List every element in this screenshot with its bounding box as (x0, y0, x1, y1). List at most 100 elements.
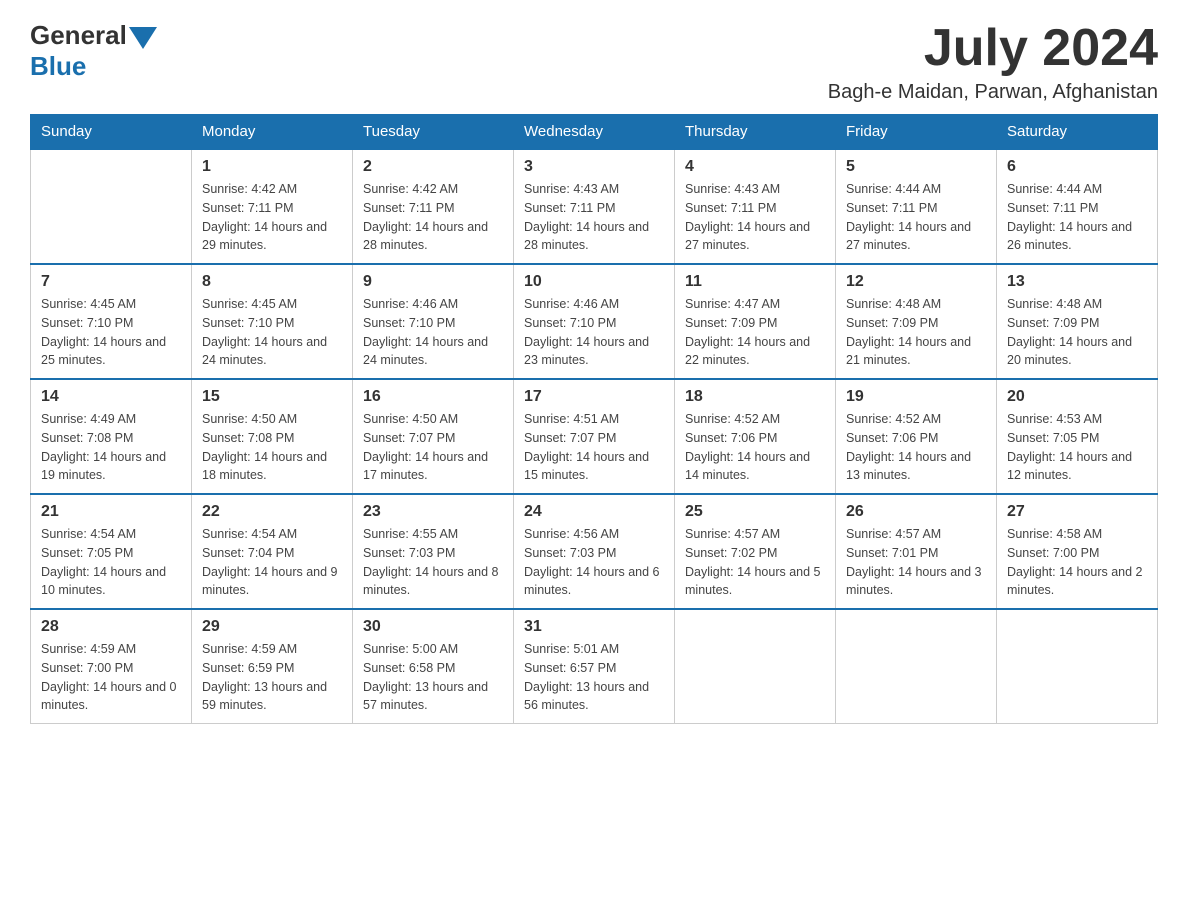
column-header-thursday: Thursday (675, 115, 836, 150)
day-info: Sunrise: 4:58 AMSunset: 7:00 PMDaylight:… (1007, 525, 1147, 600)
day-number: 6 (1007, 158, 1147, 176)
day-number: 8 (202, 273, 342, 291)
calendar-cell (836, 609, 997, 724)
page-header: General Blue July 2024 Bagh-e Maidan, Pa… (30, 20, 1158, 104)
week-row-3: 14 Sunrise: 4:49 AMSunset: 7:08 PMDayligh… (31, 379, 1158, 494)
day-info: Sunrise: 4:59 AMSunset: 6:59 PMDaylight:… (202, 640, 342, 715)
calendar-cell: 13 Sunrise: 4:48 AMSunset: 7:09 PMDayligh… (997, 264, 1158, 379)
calendar-cell: 28Sunrise: 4:59 AMSunset: 7:00 PMDayligh… (31, 609, 192, 724)
calendar-cell: 20Sunrise: 4:53 AMSunset: 7:05 PMDayligh… (997, 379, 1158, 494)
day-number: 19 (846, 388, 986, 406)
calendar-cell: 5 Sunrise: 4:44 AMSunset: 7:11 PMDaylight… (836, 149, 997, 264)
day-number: 28 (41, 618, 181, 636)
week-row-4: 21Sunrise: 4:54 AMSunset: 7:05 PMDayligh… (31, 494, 1158, 609)
logo-general-text: General (30, 20, 127, 51)
title-area: July 2024 Bagh-e Maidan, Parwan, Afghani… (828, 20, 1158, 104)
day-info: Sunrise: 5:00 AMSunset: 6:58 PMDaylight:… (363, 640, 503, 715)
calendar-cell: 19Sunrise: 4:52 AMSunset: 7:06 PMDayligh… (836, 379, 997, 494)
day-info: Sunrise: 4:49 AMSunset: 7:08 PMDaylight:… (41, 410, 181, 485)
calendar-cell: 26 Sunrise: 4:57 AMSunset: 7:01 PMDayligh… (836, 494, 997, 609)
column-header-wednesday: Wednesday (514, 115, 675, 150)
day-number: 18 (685, 388, 825, 406)
day-info: Sunrise: 4:50 AMSunset: 7:07 PMDaylight:… (363, 410, 503, 485)
calendar-table: SundayMondayTuesdayWednesdayThursdayFrid… (30, 114, 1158, 724)
calendar-cell: 31 Sunrise: 5:01 AMSunset: 6:57 PMDayligh… (514, 609, 675, 724)
day-info: Sunrise: 4:42 AMSunset: 7:11 PMDaylight:… (363, 180, 503, 255)
calendar-cell: 3 Sunrise: 4:43 AMSunset: 7:11 PMDaylight… (514, 149, 675, 264)
day-number: 1 (202, 158, 342, 176)
day-number: 30 (363, 618, 503, 636)
calendar-cell: 12 Sunrise: 4:48 AMSunset: 7:09 PMDayligh… (836, 264, 997, 379)
day-number: 2 (363, 158, 503, 176)
day-info: Sunrise: 4:43 AMSunset: 7:11 PMDaylight:… (524, 180, 664, 255)
day-number: 9 (363, 273, 503, 291)
day-number: 21 (41, 503, 181, 521)
day-info: Sunrise: 4:42 AMSunset: 7:11 PMDaylight:… (202, 180, 342, 255)
day-info: Sunrise: 4:45 AMSunset: 7:10 PMDaylight:… (41, 295, 181, 370)
day-info: Sunrise: 4:56 AMSunset: 7:03 PMDaylight:… (524, 525, 664, 600)
calendar-header-row: SundayMondayTuesdayWednesdayThursdayFrid… (31, 115, 1158, 150)
day-number: 15 (202, 388, 342, 406)
calendar-cell: 10 Sunrise: 4:46 AMSunset: 7:10 PMDayligh… (514, 264, 675, 379)
column-header-monday: Monday (192, 115, 353, 150)
day-info: Sunrise: 4:45 AMSunset: 7:10 PMDaylight:… (202, 295, 342, 370)
day-number: 26 (846, 503, 986, 521)
calendar-cell: 1 Sunrise: 4:42 AMSunset: 7:11 PMDaylight… (192, 149, 353, 264)
calendar-cell: 7 Sunrise: 4:45 AMSunset: 7:10 PMDaylight… (31, 264, 192, 379)
day-number: 7 (41, 273, 181, 291)
day-info: Sunrise: 5:01 AMSunset: 6:57 PMDaylight:… (524, 640, 664, 715)
day-number: 29 (202, 618, 342, 636)
calendar-cell: 6 Sunrise: 4:44 AMSunset: 7:11 PMDaylight… (997, 149, 1158, 264)
calendar-cell: 22Sunrise: 4:54 AMSunset: 7:04 PMDayligh… (192, 494, 353, 609)
day-number: 13 (1007, 273, 1147, 291)
calendar-cell: 15 Sunrise: 4:50 AMSunset: 7:08 PMDayligh… (192, 379, 353, 494)
day-info: Sunrise: 4:57 AMSunset: 7:01 PMDaylight:… (846, 525, 986, 600)
day-number: 3 (524, 158, 664, 176)
day-number: 23 (363, 503, 503, 521)
logo-blue-text: Blue (30, 51, 86, 82)
day-number: 10 (524, 273, 664, 291)
day-number: 24 (524, 503, 664, 521)
day-info: Sunrise: 4:44 AMSunset: 7:11 PMDaylight:… (1007, 180, 1147, 255)
day-info: Sunrise: 4:43 AMSunset: 7:11 PMDaylight:… (685, 180, 825, 255)
calendar-cell: 14 Sunrise: 4:49 AMSunset: 7:08 PMDayligh… (31, 379, 192, 494)
month-title: July 2024 (828, 20, 1158, 77)
day-number: 4 (685, 158, 825, 176)
calendar-cell: 21Sunrise: 4:54 AMSunset: 7:05 PMDayligh… (31, 494, 192, 609)
calendar-cell (997, 609, 1158, 724)
day-number: 27 (1007, 503, 1147, 521)
day-number: 20 (1007, 388, 1147, 406)
day-number: 14 (41, 388, 181, 406)
calendar-cell: 18 Sunrise: 4:52 AMSunset: 7:06 PMDayligh… (675, 379, 836, 494)
day-info: Sunrise: 4:52 AMSunset: 7:06 PMDaylight:… (685, 410, 825, 485)
calendar-cell: 27 Sunrise: 4:58 AMSunset: 7:00 PMDayligh… (997, 494, 1158, 609)
day-info: Sunrise: 4:57 AMSunset: 7:02 PMDaylight:… (685, 525, 825, 600)
day-info: Sunrise: 4:46 AMSunset: 7:10 PMDaylight:… (524, 295, 664, 370)
day-number: 11 (685, 273, 825, 291)
location-title: Bagh-e Maidan, Parwan, Afghanistan (828, 81, 1158, 104)
calendar-cell: 25 Sunrise: 4:57 AMSunset: 7:02 PMDayligh… (675, 494, 836, 609)
day-info: Sunrise: 4:55 AMSunset: 7:03 PMDaylight:… (363, 525, 503, 600)
day-info: Sunrise: 4:48 AMSunset: 7:09 PMDaylight:… (1007, 295, 1147, 370)
day-info: Sunrise: 4:48 AMSunset: 7:09 PMDaylight:… (846, 295, 986, 370)
day-number: 5 (846, 158, 986, 176)
week-row-1: 1 Sunrise: 4:42 AMSunset: 7:11 PMDaylight… (31, 149, 1158, 264)
calendar-cell: 11 Sunrise: 4:47 AMSunset: 7:09 PMDayligh… (675, 264, 836, 379)
column-header-tuesday: Tuesday (353, 115, 514, 150)
logo-arrow-icon (129, 27, 157, 49)
day-info: Sunrise: 4:47 AMSunset: 7:09 PMDaylight:… (685, 295, 825, 370)
calendar-cell: 4 Sunrise: 4:43 AMSunset: 7:11 PMDaylight… (675, 149, 836, 264)
day-number: 12 (846, 273, 986, 291)
day-number: 22 (202, 503, 342, 521)
logo: General Blue (30, 20, 157, 82)
day-info: Sunrise: 4:44 AMSunset: 7:11 PMDaylight:… (846, 180, 986, 255)
day-info: Sunrise: 4:51 AMSunset: 7:07 PMDaylight:… (524, 410, 664, 485)
week-row-2: 7 Sunrise: 4:45 AMSunset: 7:10 PMDaylight… (31, 264, 1158, 379)
calendar-cell (675, 609, 836, 724)
calendar-cell: 23 Sunrise: 4:55 AMSunset: 7:03 PMDayligh… (353, 494, 514, 609)
day-number: 25 (685, 503, 825, 521)
calendar-cell: 8 Sunrise: 4:45 AMSunset: 7:10 PMDaylight… (192, 264, 353, 379)
column-header-friday: Friday (836, 115, 997, 150)
day-number: 31 (524, 618, 664, 636)
day-info: Sunrise: 4:50 AMSunset: 7:08 PMDaylight:… (202, 410, 342, 485)
